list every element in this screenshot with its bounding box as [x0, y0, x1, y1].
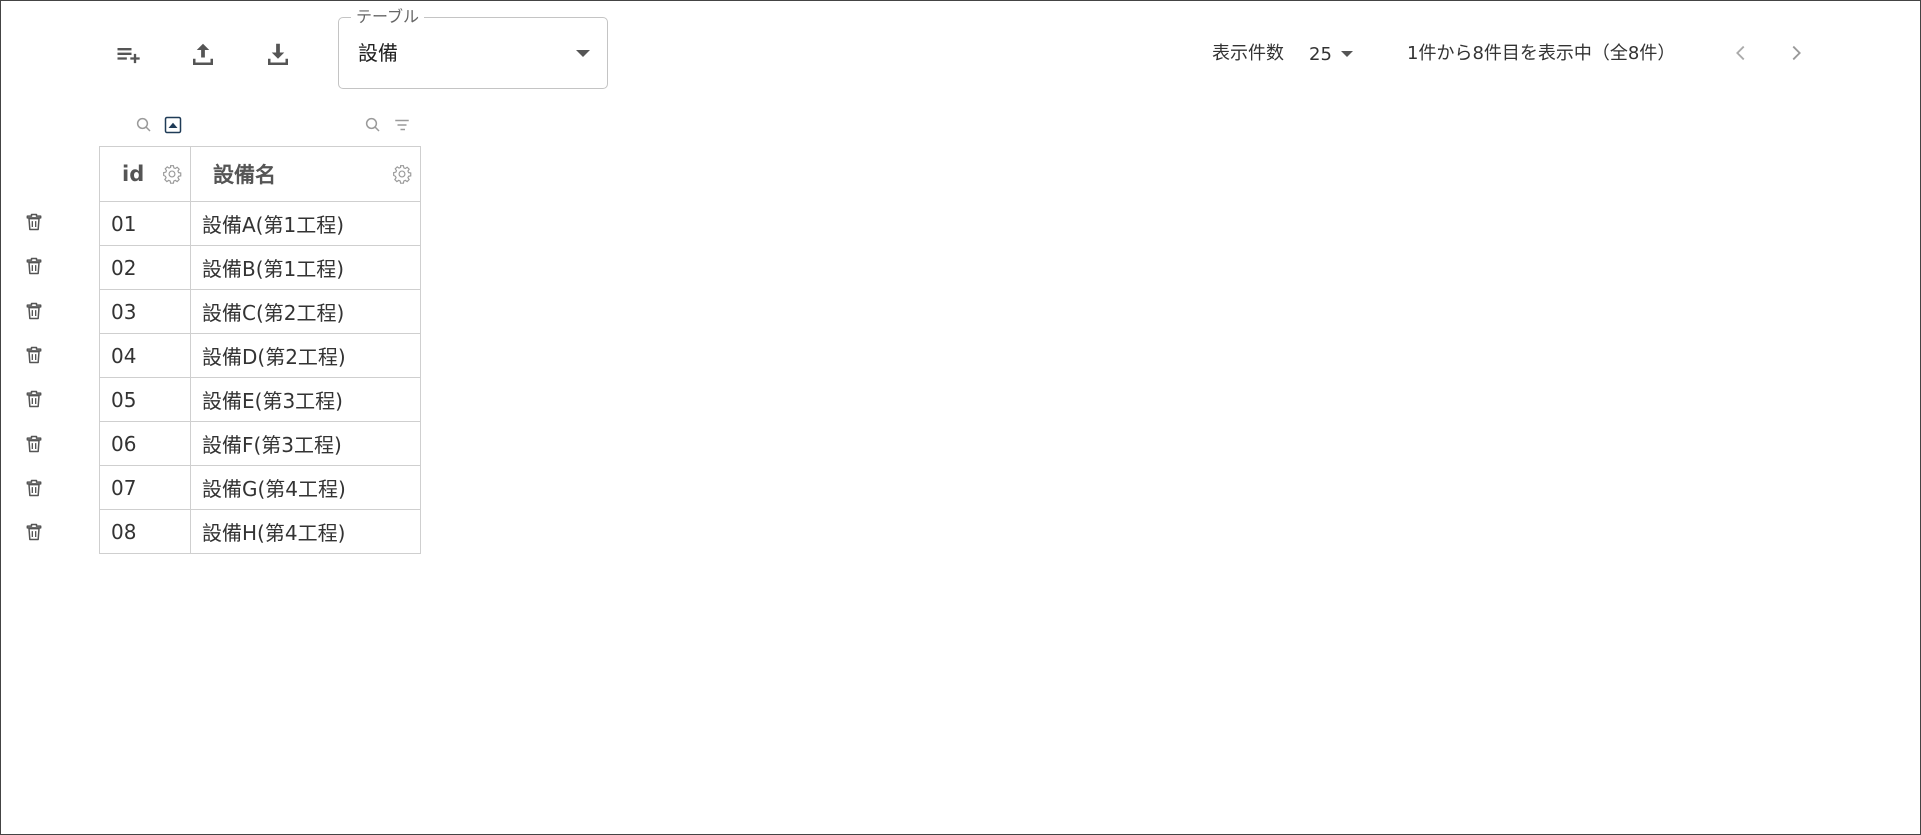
- cell-equipment-name[interactable]: 設備A(第1工程): [190, 201, 421, 246]
- pagination-range-text: 1件から8件目を表示中（全8件）: [1407, 43, 1676, 64]
- table-row[interactable]: 05 設備E(第3工程): [99, 377, 421, 422]
- table-row[interactable]: 06 設備F(第3工程): [99, 421, 421, 466]
- trash-icon: [26, 258, 42, 275]
- cell-equipment-name[interactable]: 設備H(第4工程): [190, 509, 421, 554]
- cell-id[interactable]: 05: [99, 377, 191, 422]
- name-column-search-button[interactable]: [363, 115, 383, 135]
- table-row[interactable]: 07 設備G(第4工程): [99, 465, 421, 510]
- rows-per-page-value: 25: [1309, 43, 1332, 65]
- column-header-label: 設備名: [213, 163, 276, 187]
- next-page-button[interactable]: [1779, 36, 1813, 70]
- rows-per-page-select[interactable]: 25: [1309, 41, 1353, 67]
- table-select[interactable]: テーブル 設備: [338, 7, 608, 89]
- chevron-left-icon: [1736, 45, 1745, 61]
- data-table: id 設備名 01 設備A(第1工程) 02 設備B(第1工程) 03 設備C(…: [99, 146, 421, 554]
- table-header-row: id 設備名: [99, 146, 421, 202]
- upload-button[interactable]: [185, 37, 221, 73]
- trash-icon: [26, 346, 42, 364]
- column-header-name[interactable]: 設備名: [190, 146, 421, 202]
- column-settings-button[interactable]: [162, 164, 182, 184]
- table-body: 01 設備A(第1工程) 02 設備B(第1工程) 03 設備C(第2工程) 04 設備D(第…: [99, 201, 421, 554]
- cell-id[interactable]: 01: [99, 201, 191, 246]
- cell-equipment-name[interactable]: 設備F(第3工程): [190, 421, 421, 466]
- column-settings-button[interactable]: [392, 164, 412, 184]
- delete-row-button[interactable]: [21, 253, 47, 279]
- app-frame: テーブル 設備 表示件数 25 1件から8件目を表示中（全8件） id 設備名 …: [0, 0, 1921, 835]
- table-row[interactable]: 08 設備H(第4工程): [99, 509, 421, 554]
- gear-icon: [163, 165, 182, 184]
- trash-icon: [26, 302, 42, 319]
- id-column-search-button[interactable]: [134, 115, 154, 135]
- id-column-sort-button[interactable]: [163, 115, 183, 135]
- cell-equipment-name[interactable]: 設備E(第3工程): [190, 377, 421, 422]
- trash-icon: [26, 213, 42, 231]
- table-row[interactable]: 03 設備C(第2工程): [99, 289, 421, 334]
- delete-row-button[interactable]: [21, 475, 47, 501]
- cell-id[interactable]: 04: [99, 333, 191, 378]
- delete-row-button[interactable]: [21, 209, 47, 235]
- download-button[interactable]: [260, 37, 296, 73]
- download-icon: [268, 43, 288, 65]
- table-row[interactable]: 01 設備A(第1工程): [99, 201, 421, 246]
- column-header-id[interactable]: id: [99, 146, 191, 202]
- cell-equipment-name[interactable]: 設備D(第2工程): [190, 333, 421, 378]
- cell-id[interactable]: 03: [99, 289, 191, 334]
- cell-equipment-name[interactable]: 設備B(第1工程): [190, 245, 421, 290]
- delete-row-button[interactable]: [21, 386, 47, 412]
- filter-list-icon: [395, 119, 409, 131]
- trash-icon: [26, 523, 42, 541]
- search-icon: [365, 117, 380, 132]
- trash-icon: [26, 435, 42, 452]
- table-row[interactable]: 02 設備B(第1工程): [99, 245, 421, 290]
- cell-id[interactable]: 07: [99, 465, 191, 510]
- name-column-filter-button[interactable]: [392, 115, 412, 135]
- dropdown-arrow-icon: [576, 50, 590, 57]
- search-icon: [136, 117, 151, 132]
- cell-equipment-name[interactable]: 設備C(第2工程): [190, 289, 421, 334]
- cell-id[interactable]: 06: [99, 421, 191, 466]
- playlist-add-icon: [117, 48, 140, 64]
- gear-icon: [393, 165, 412, 184]
- dropdown-arrow-icon: [1340, 51, 1353, 57]
- table-select-value: 設備: [358, 41, 398, 65]
- delete-row-button[interactable]: [21, 431, 47, 457]
- trash-icon: [26, 479, 42, 497]
- add-row-button[interactable]: [110, 37, 146, 73]
- table-select-label: テーブル: [351, 7, 425, 27]
- upload-icon: [193, 43, 213, 65]
- column-header-label: id: [122, 162, 145, 186]
- delete-row-button[interactable]: [21, 298, 47, 324]
- cell-id[interactable]: 08: [99, 509, 191, 554]
- trash-icon: [26, 390, 42, 408]
- cell-id[interactable]: 02: [99, 245, 191, 290]
- delete-row-button[interactable]: [21, 519, 47, 545]
- sort-ascending-icon: [164, 116, 182, 134]
- rows-per-page-label: 表示件数: [1212, 43, 1284, 64]
- chevron-right-icon: [1792, 45, 1801, 61]
- prev-page-button[interactable]: [1724, 36, 1758, 70]
- delete-row-button[interactable]: [21, 342, 47, 368]
- cell-equipment-name[interactable]: 設備G(第4工程): [190, 465, 421, 510]
- table-row[interactable]: 04 設備D(第2工程): [99, 333, 421, 378]
